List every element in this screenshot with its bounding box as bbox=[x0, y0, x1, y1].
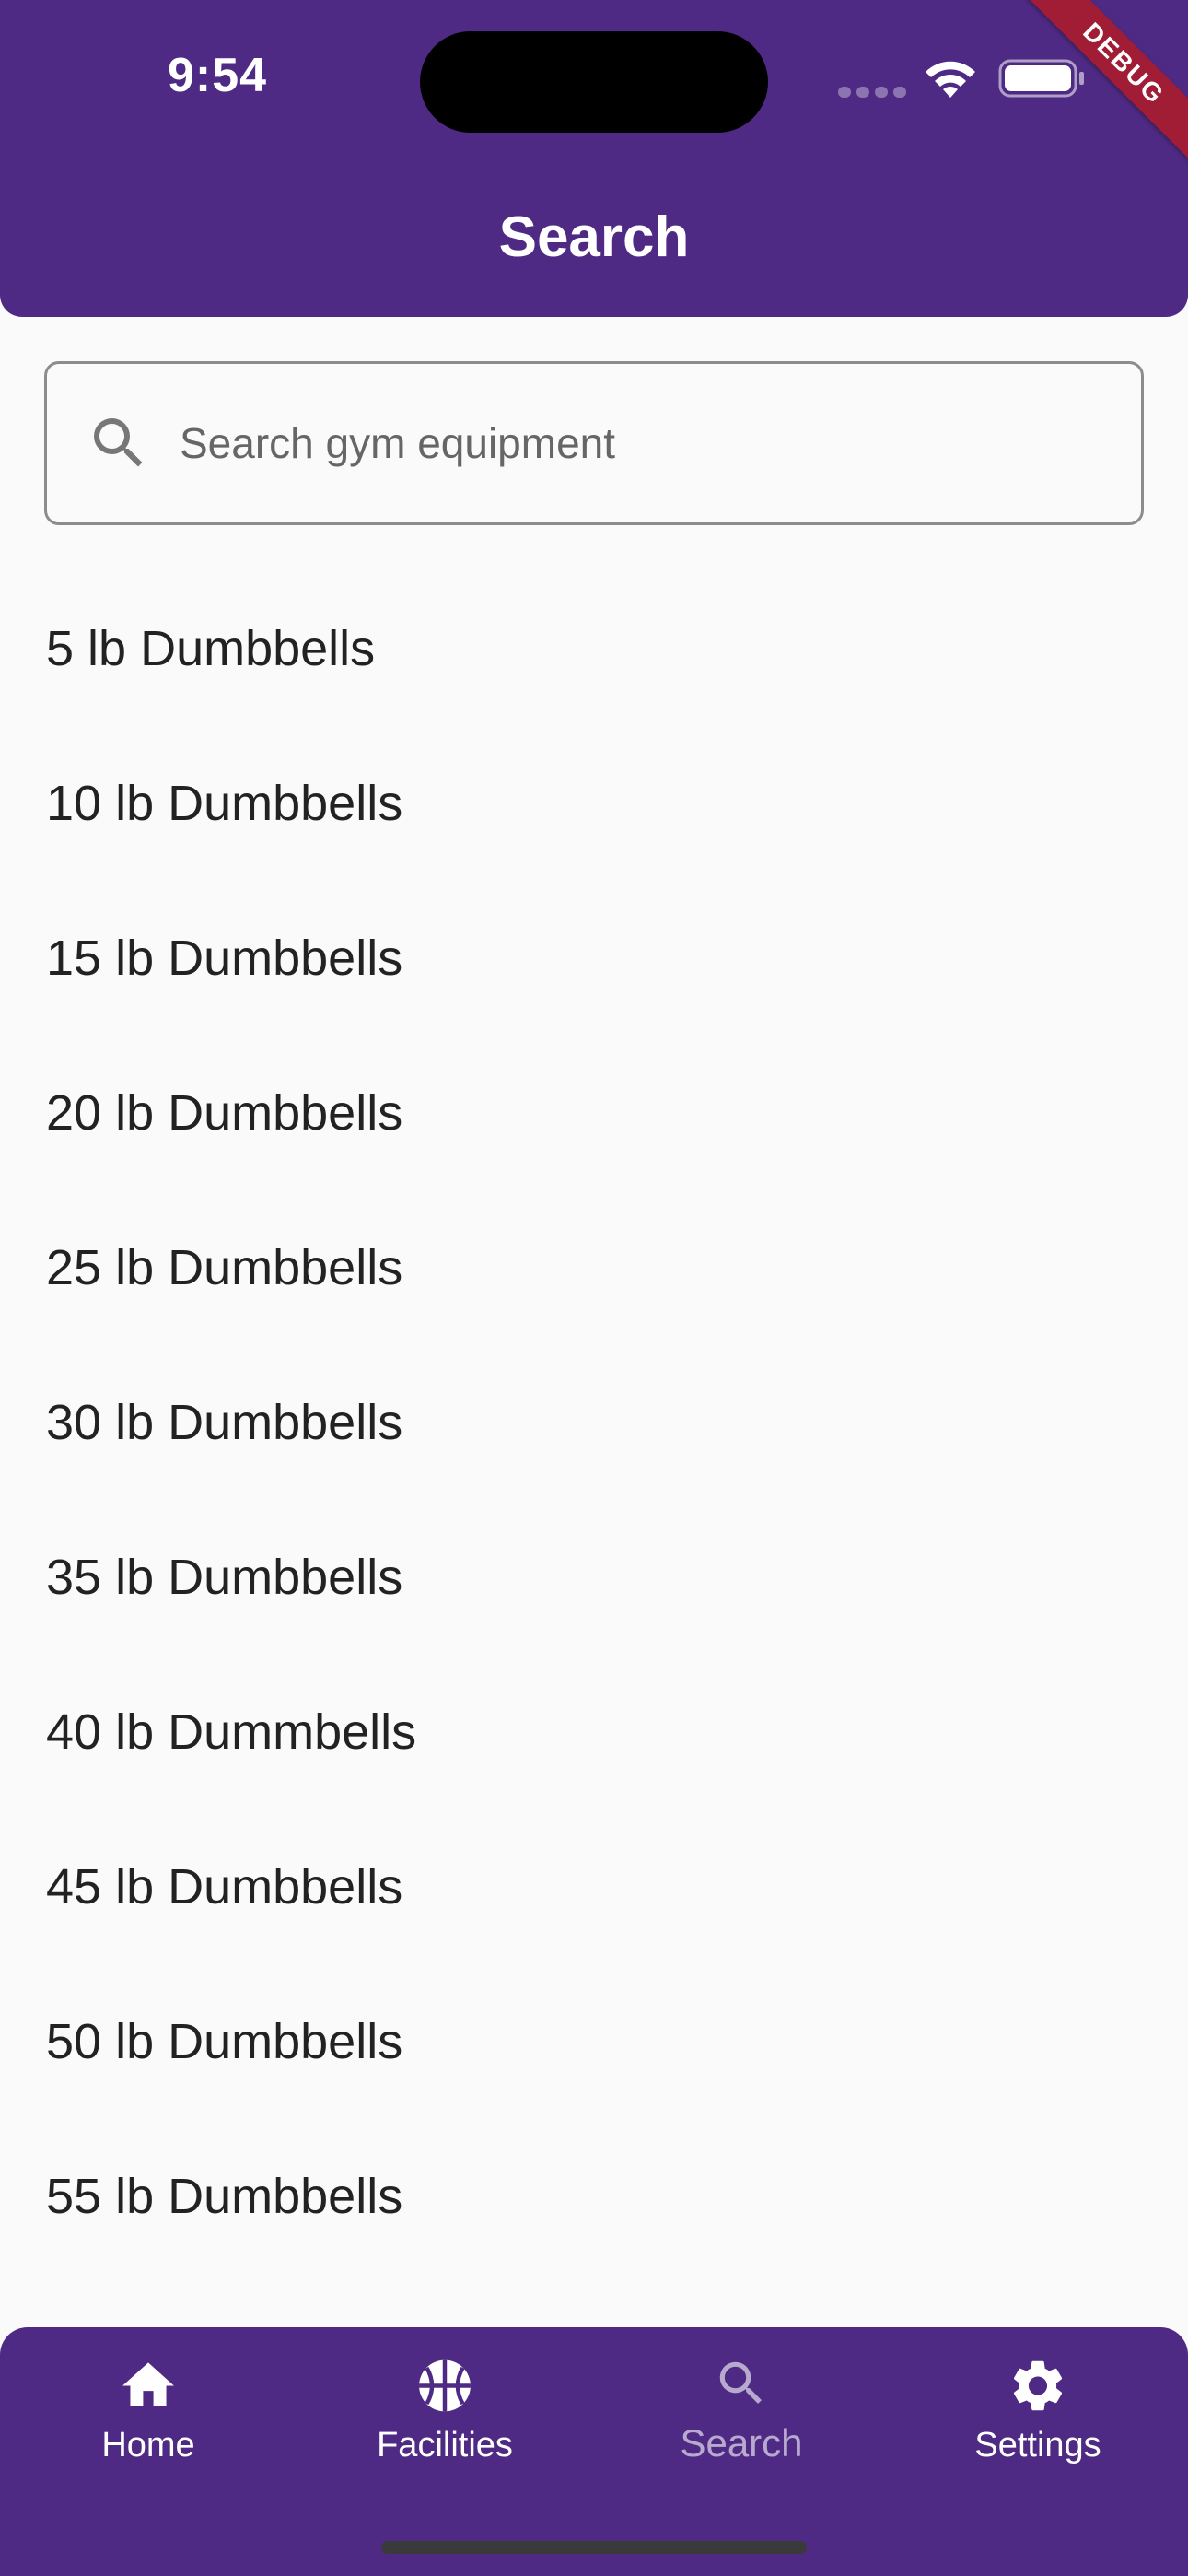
status-time: 9:54 bbox=[168, 49, 268, 102]
search-field[interactable] bbox=[44, 361, 1144, 525]
battery-icon bbox=[998, 59, 1084, 98]
nav-label-search: Search bbox=[680, 2421, 803, 2465]
search-input[interactable] bbox=[180, 364, 1101, 522]
list-item[interactable]: 55 lb Dumbbells bbox=[0, 2119, 1188, 2274]
nav-item-home[interactable]: Home bbox=[0, 2327, 297, 2465]
search-icon bbox=[719, 2361, 762, 2404]
nav-label-settings: Settings bbox=[974, 2426, 1101, 2465]
page-title: Search bbox=[498, 205, 690, 269]
list-item[interactable]: 10 lb Dumbbells bbox=[0, 726, 1188, 881]
list-item[interactable]: 20 lb Dumbbells bbox=[0, 1036, 1188, 1190]
nav-item-settings[interactable]: Settings bbox=[890, 2327, 1186, 2465]
nav-label-facilities: Facilities bbox=[377, 2426, 513, 2465]
wifi-icon bbox=[926, 61, 975, 98]
list-item[interactable]: 35 lb Dumbbells bbox=[0, 1500, 1188, 1655]
list-item[interactable]: 50 lb Dumbbells bbox=[0, 1964, 1188, 2119]
nav-item-search[interactable]: Search bbox=[593, 2327, 890, 2465]
list-item[interactable]: 40 lb Dummbells bbox=[0, 1655, 1188, 1809]
list-item[interactable]: 30 lb Dumbbells bbox=[0, 1345, 1188, 1500]
bottom-navigation: Home Facilities Search Settings bbox=[0, 2327, 1188, 2576]
search-icon bbox=[94, 418, 143, 467]
nav-item-facilities[interactable]: Facilities bbox=[297, 2327, 593, 2465]
app-header: 9:54 DEBUG Search bbox=[0, 0, 1188, 317]
home-icon bbox=[122, 2362, 174, 2406]
dynamic-island bbox=[420, 31, 768, 133]
list-item[interactable]: 5 lb Dumbbells bbox=[0, 571, 1188, 726]
search-screen: 9:54 DEBUG Search 5 lb Dumbbells bbox=[0, 0, 1188, 2576]
basketball-icon bbox=[419, 2359, 471, 2412]
home-indicator bbox=[381, 2541, 807, 2554]
nav-label-home: Home bbox=[101, 2426, 195, 2465]
list-item[interactable]: 25 lb Dumbbells bbox=[0, 1190, 1188, 1345]
list-item[interactable]: 15 lb Dumbbells bbox=[0, 881, 1188, 1036]
gear-icon bbox=[1013, 2360, 1063, 2411]
list-item[interactable]: 45 lb Dumbbells bbox=[0, 1809, 1188, 1964]
